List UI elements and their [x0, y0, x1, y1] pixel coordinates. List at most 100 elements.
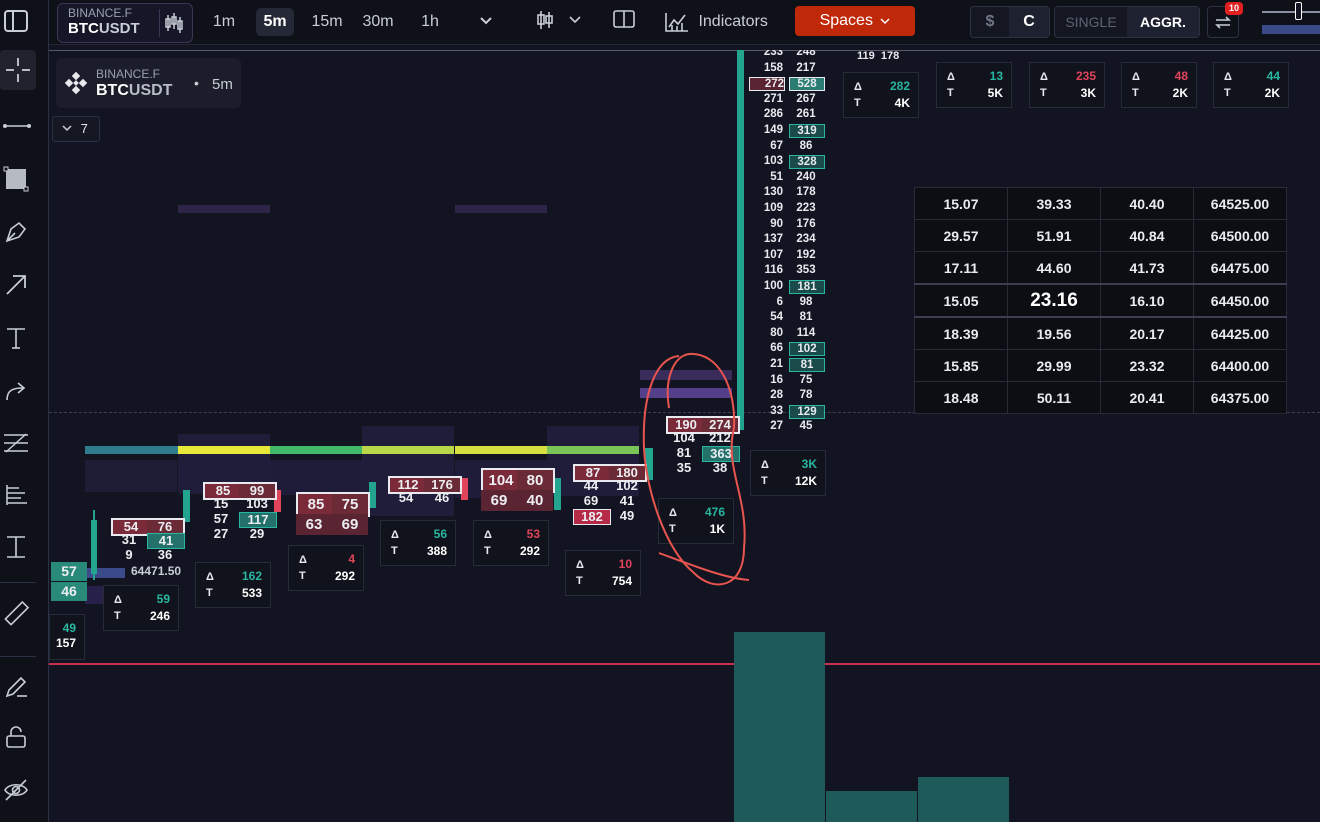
hand-drawn-circle-annotation: [642, 352, 750, 586]
total-label: T: [1132, 87, 1139, 99]
footprint-bid-cell: 31: [121, 532, 137, 547]
footprint-bid-cell: 27: [213, 526, 229, 541]
sync-button[interactable]: 10: [1207, 2, 1243, 38]
panel-layout-icon[interactable]: [612, 8, 636, 36]
order-book-row: 18.39 19.56 20.17 64425.00: [914, 316, 1287, 350]
footprint-ask-cell: 29: [249, 526, 265, 541]
order-book-price: 64500.00: [1193, 219, 1287, 252]
indicators-label: Indicators: [698, 13, 768, 30]
footprint-ask-cell: 114: [796, 326, 816, 339]
footprint-bid-cell: 63: [296, 514, 332, 535]
pattern-tool-icon[interactable]: [3, 482, 29, 508]
currency-toggle[interactable]: $ C: [970, 6, 1050, 38]
total-label: T: [576, 575, 583, 587]
delta-total-stats: Δ 53 T 292: [473, 520, 549, 566]
lock-icon[interactable]: [3, 724, 29, 750]
indicators-collapse-button[interactable]: 7: [52, 116, 100, 142]
currency-dollar-option[interactable]: $: [971, 7, 1009, 37]
aggregation-toggle[interactable]: SINGLE AGGR.: [1054, 6, 1200, 38]
footprint-chart[interactable]: BINANCE.F BTCUSDT • 5m 7 233 248 158 217…: [49, 50, 1320, 822]
order-book-size: 23.32: [1100, 349, 1194, 382]
delta-value: 44: [1266, 69, 1280, 83]
order-book-size: 20.17: [1100, 316, 1194, 350]
timeframe-1m[interactable]: 1m: [206, 8, 242, 36]
footprint-ask-cell: 176: [796, 217, 816, 230]
slider-handle[interactable]: [1295, 2, 1302, 20]
vwap-line: [85, 446, 178, 454]
legend-separator: •: [194, 75, 199, 91]
total-label: T: [206, 587, 213, 599]
order-book-size: 41.73: [1100, 251, 1194, 285]
trend-line-icon[interactable]: [2, 116, 32, 136]
fibonacci-icon[interactable]: [2, 430, 30, 456]
curved-arrow-icon[interactable]: [3, 378, 29, 404]
timeframe-5m[interactable]: 5m: [256, 8, 294, 36]
delta-label: Δ: [1040, 71, 1048, 83]
order-book-size: 15.85: [914, 349, 1008, 382]
timeframe-15m[interactable]: 15m: [306, 8, 348, 36]
delta-total-stats: Δ 56 T 388: [380, 520, 456, 566]
single-option[interactable]: SINGLE: [1055, 7, 1127, 37]
timeframe-1h[interactable]: 1h: [416, 8, 444, 36]
order-book-row: 18.48 50.11 20.41 64375.00: [914, 381, 1287, 414]
footprint-ask-cell: 181: [789, 280, 825, 294]
footprint-bid-cell: 80: [770, 326, 783, 339]
volume-bar: [826, 791, 917, 822]
delta-label: Δ: [114, 594, 122, 606]
total-label: T: [854, 97, 861, 109]
delta-label: Δ: [947, 71, 955, 83]
delta-total-stats: Δ 44 T 2K: [1213, 62, 1289, 108]
total-label: T: [947, 87, 954, 99]
footprint-bid-cell: 54: [770, 311, 783, 324]
order-book-size: 40.84: [1100, 219, 1194, 252]
spaces-button[interactable]: Spaces: [795, 6, 915, 36]
layout-toggle-icon[interactable]: [4, 10, 28, 32]
footprint-bid-cell: 90: [770, 217, 783, 230]
aggr-option[interactable]: AGGR.: [1127, 7, 1199, 37]
top-toolbar: BINANCE.F BTCUSDT 1m 5m 15m 30m 1h Indic…: [0, 0, 1320, 45]
delta-label: Δ: [391, 529, 399, 541]
footprint-ask-cell: 353: [796, 264, 816, 277]
footprint-ask-cell: 240: [796, 170, 816, 183]
hide-drawings-icon[interactable]: [3, 777, 29, 803]
text-tool-icon[interactable]: [3, 325, 29, 351]
delta-value: 3K: [801, 457, 817, 471]
currency-coin-option[interactable]: C: [1009, 7, 1049, 37]
footprint-ask-cell: 223: [796, 202, 816, 214]
chart-type-icon[interactable]: [534, 8, 582, 36]
notification-badge: 10: [1225, 2, 1243, 15]
symbol-selector[interactable]: BINANCE.F BTCUSDT: [57, 3, 193, 43]
total-value: 292: [519, 544, 540, 558]
order-book-size: 40.40: [1100, 187, 1194, 220]
indicators-button[interactable]: Indicators: [664, 8, 776, 36]
total-value: 246: [149, 609, 170, 623]
delta-value: 49: [62, 621, 76, 635]
volume-slider[interactable]: [1262, 2, 1320, 36]
brush-icon[interactable]: [3, 674, 29, 700]
timeframe-dropdown-chevron-icon[interactable]: [476, 8, 496, 36]
ruler-icon[interactable]: [2, 600, 30, 628]
footprint-bid-cell: 272: [749, 77, 785, 92]
footprint-bid-cell: 233: [763, 50, 783, 58]
crosshair-tool[interactable]: [0, 50, 36, 90]
delta-value: 59: [156, 592, 170, 606]
measure-range-icon[interactable]: [3, 534, 29, 560]
timeframe-30m[interactable]: 30m: [357, 8, 399, 36]
footprint-ask-cell: 234: [796, 233, 816, 246]
delta-total-stats: Δ 235 T 3K: [1029, 62, 1105, 108]
order-book-size: 50.11: [1007, 381, 1101, 414]
legend-exchange: BINANCE.F: [96, 67, 161, 81]
order-book-table: 15.07 39.33 40.40 64525.00 29.57 51.91 40.84 64…: [914, 187, 1287, 414]
candle-type-icon[interactable]: [159, 9, 188, 37]
footprint-ask-cell: 192: [796, 248, 816, 261]
footprint-bid-cell: 137: [763, 233, 783, 246]
symbol-label: BTCUSDT: [68, 20, 140, 37]
total-value: 533: [241, 586, 262, 600]
delta-total-stats: Δ 59 T 246: [103, 585, 179, 631]
delta-label: Δ: [299, 554, 307, 566]
rectangle-tool-icon[interactable]: [2, 165, 30, 193]
footprint-ask-cell: 81: [799, 311, 813, 324]
order-book-size: 15.07: [914, 187, 1008, 220]
pen-tool-icon[interactable]: [3, 219, 29, 245]
arrow-tool-icon[interactable]: [3, 272, 29, 298]
